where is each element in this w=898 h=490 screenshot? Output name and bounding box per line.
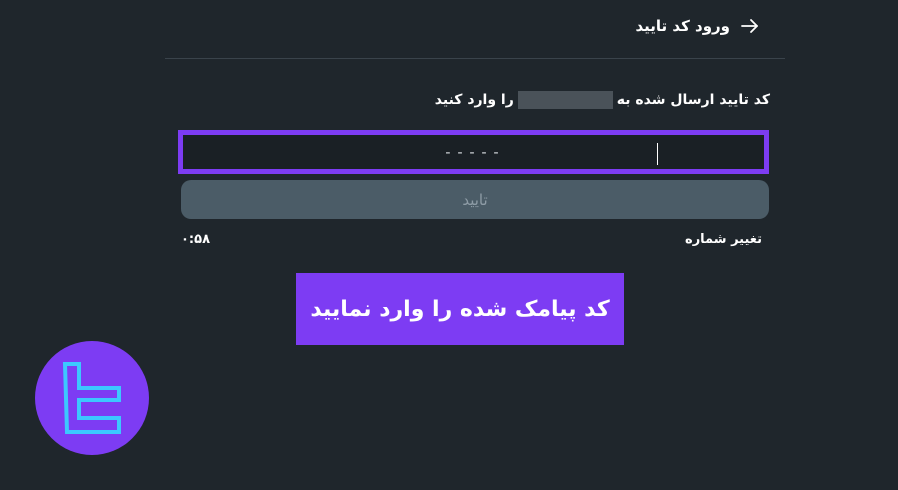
instruction-after: را وارد کنید [434,92,514,108]
instruction-banner: کد پیامک شده را وارد نمایید [296,273,624,345]
instruction-text: کد تایید ارسال شده به را وارد کنید [435,91,770,109]
arrow-right-icon [741,19,758,33]
instruction-before: کد تایید ارسال شده به [616,92,770,108]
code-placeholder: ----- [443,143,504,161]
page-title: ورود کد تایید [635,17,731,35]
logo-mark [62,362,121,434]
masked-phone-number [517,91,613,109]
resend-timer: ۰:۵۸ [181,232,211,247]
text-caret [657,143,658,165]
brand-logo-icon [35,341,149,455]
verification-code-input[interactable]: ----- [178,130,769,174]
confirm-button[interactable]: تایید [181,180,769,219]
back-button[interactable]: ورود کد تایید [636,16,761,36]
header: ورود کد تایید [165,0,785,59]
change-number-link[interactable]: تغییر شماره [685,232,762,247]
